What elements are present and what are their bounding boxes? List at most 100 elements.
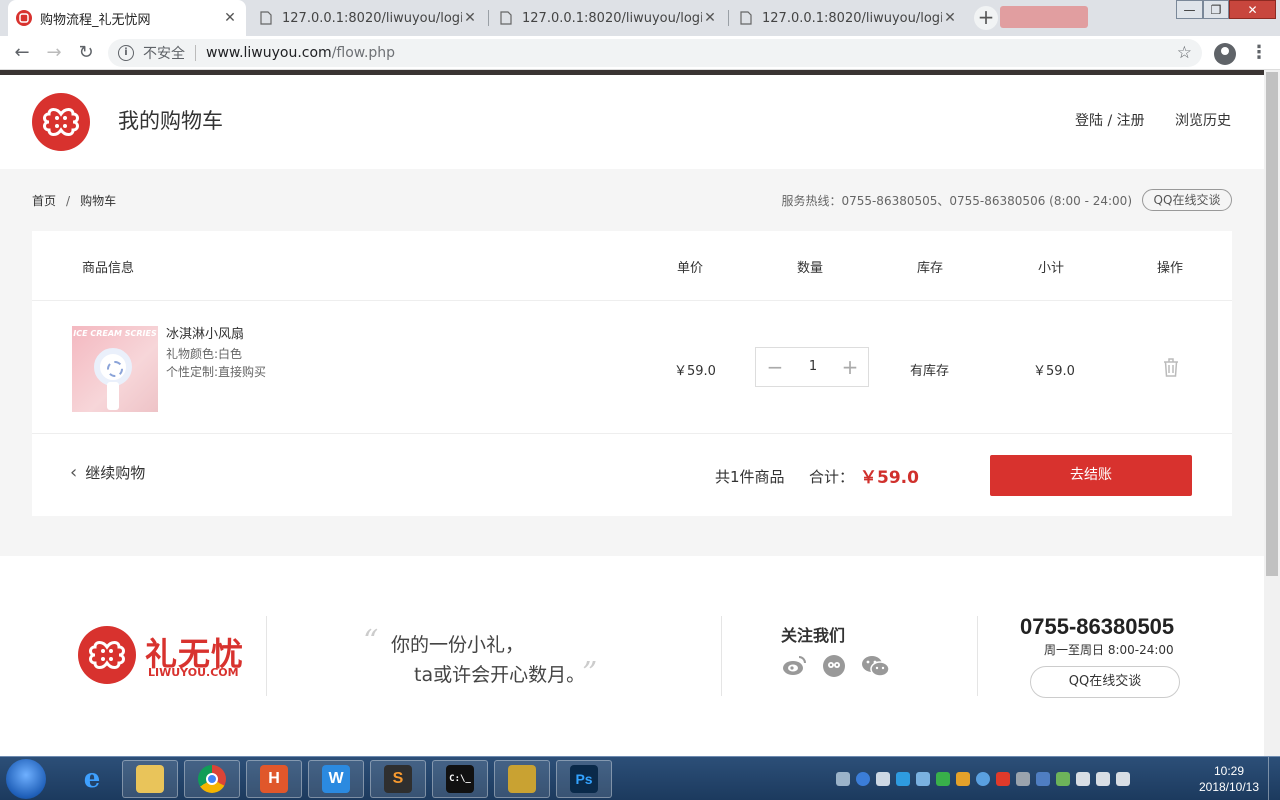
display-icon[interactable] [916, 772, 930, 786]
device-icon[interactable] [1076, 772, 1090, 786]
fan-handle-graphic [107, 382, 119, 410]
decrease-quantity-button[interactable]: − [756, 348, 794, 386]
close-window-button[interactable]: ✕ [1229, 0, 1276, 19]
weibo-icon[interactable] [782, 654, 806, 676]
product-image-text: ICE CREAM SCRIES [73, 329, 157, 338]
quantity-stepper: − 1 + [755, 347, 869, 387]
cmd-taskbar-icon[interactable]: C:\_ [432, 760, 488, 798]
photoshop-taskbar-icon[interactable]: Ps [556, 760, 612, 798]
footer-hours: 周一至周日 8:00-24:00 [1044, 643, 1174, 657]
ie-taskbar-icon[interactable]: e [64, 760, 120, 798]
bluetooth-icon[interactable] [1036, 772, 1050, 786]
tab-close-icon[interactable]: ✕ [702, 10, 718, 26]
continue-shopping-link[interactable]: ‹ 继续购物 [70, 462, 145, 483]
wps-icon: W [322, 765, 350, 793]
explorer-taskbar-icon[interactable] [122, 760, 178, 798]
wechat-icon[interactable] [861, 654, 891, 677]
antivirus-icon[interactable] [996, 772, 1010, 786]
omnibox[interactable]: i 不安全 www.liwuyou.com /flow.php ☆ [108, 39, 1202, 67]
show-desktop-button[interactable] [1268, 757, 1280, 800]
back-icon[interactable]: ← [10, 41, 34, 65]
ime-icon[interactable] [876, 772, 890, 786]
tab-4[interactable]: 127.0.0.1:8020/liwuyou/loginC ✕ [730, 0, 966, 36]
tab-2[interactable]: 127.0.0.1:8020/liwuyou/loginC ✕ [250, 0, 486, 36]
qzone-icon[interactable] [822, 654, 846, 677]
increase-quantity-button[interactable]: + [832, 348, 868, 386]
checkout-button[interactable]: 去结账 [990, 455, 1192, 496]
qq-chat-button[interactable]: QQ在线交谈 [1142, 189, 1232, 211]
url-path: /flow.php [331, 45, 396, 61]
cmd-icon: C:\_ [446, 765, 474, 793]
forward-icon[interactable]: → [42, 41, 66, 65]
follow-us-title: 关注我们 [781, 626, 846, 645]
footer-divider [266, 616, 267, 696]
help-icon[interactable] [856, 772, 870, 786]
tab-title: 购物流程_礼无忧网 [40, 12, 151, 28]
tab-close-icon[interactable]: ✕ [222, 10, 238, 26]
browser-menu-icon[interactable]: ⋮ [1250, 41, 1268, 65]
trash-icon[interactable] [1162, 357, 1180, 377]
tab-3[interactable]: 127.0.0.1:8020/liwuyou/loginC ✕ [490, 0, 726, 36]
browse-history-link[interactable]: 浏览历史 [1175, 110, 1231, 130]
browser-tab-bar: 购物流程_礼无忧网 ✕ 127.0.0.1:8020/liwuyou/login… [0, 0, 1280, 36]
page-scrollbar[interactable] [1264, 70, 1280, 756]
wps-taskbar-icon[interactable]: W [308, 760, 364, 798]
diamond-icon[interactable] [1016, 772, 1030, 786]
item-count: 共1件商品 [715, 468, 785, 486]
footer-divider [977, 616, 978, 696]
reload-icon[interactable]: ↻ [74, 41, 98, 65]
account-icon[interactable] [1214, 43, 1236, 65]
tab-close-icon[interactable]: ✕ [462, 10, 478, 26]
col-unit-price: 单价 [677, 261, 704, 276]
hbuilder-taskbar-icon[interactable]: H [246, 760, 302, 798]
system-tray [836, 767, 1196, 791]
network-icon[interactable] [1096, 772, 1110, 786]
login-register-link[interactable]: 登陆 / 注册 [1075, 110, 1145, 130]
service-hotline: 服务热线：0755-86380505、0755-86380506 (8:00 -… [781, 194, 1132, 208]
total-amount: ￥59.0 [860, 468, 919, 488]
footer-divider [721, 616, 722, 696]
tab-active[interactable]: 购物流程_礼无忧网 ✕ [8, 0, 246, 36]
taskbar-clock[interactable]: 10:29 2018/10/13 [1196, 763, 1262, 795]
tab-title: 127.0.0.1:8020/liwuyou/loginC [522, 10, 702, 26]
cloud-icon[interactable] [976, 772, 990, 786]
player-icon[interactable] [936, 772, 950, 786]
minimize-button[interactable]: — [1176, 0, 1203, 19]
footer-qq-chat-button[interactable]: QQ在线交谈 [1030, 666, 1180, 698]
scrollbar-thumb[interactable] [1266, 72, 1278, 576]
ie-icon: e [83, 764, 101, 794]
page-icon [258, 10, 274, 26]
breadcrumb: 首页 / 购物车 [32, 192, 116, 209]
folder-icon [136, 765, 164, 793]
quantity-input[interactable]: 1 [794, 348, 832, 386]
page-icon [498, 10, 514, 26]
clock-date: 2018/10/13 [1198, 780, 1260, 794]
maximize-button[interactable]: ❐ [1203, 0, 1229, 19]
col-product-info: 商品信息 [82, 261, 135, 276]
continue-shopping-label: 继续购物 [85, 464, 146, 482]
footer-logo-icon [78, 626, 136, 684]
windows-taskbar: e H W S C:\_ Ps 10:29 2018/10/13 [0, 756, 1280, 800]
shield-icon[interactable] [956, 772, 970, 786]
security-icon[interactable] [1056, 772, 1070, 786]
files-taskbar-icon[interactable] [494, 760, 550, 798]
product-image[interactable]: ICE CREAM SCRIES [72, 326, 158, 412]
new-tab-button[interactable]: + [974, 6, 998, 30]
chrome-taskbar-icon[interactable] [184, 760, 240, 798]
info-icon[interactable]: i [118, 45, 134, 61]
breadcrumb-home[interactable]: 首页 [32, 194, 56, 208]
tab-close-icon[interactable]: ✕ [942, 10, 958, 26]
footer-brand-en: LIWUYOU.COM [148, 666, 239, 679]
product-name[interactable]: 冰淇淋小风扇 [166, 323, 244, 342]
slogan-line-1: 你的一份小礼， [391, 634, 525, 656]
fan-graphic [94, 348, 132, 386]
bookmark-star-icon[interactable]: ☆ [1177, 43, 1192, 63]
logo-icon[interactable] [32, 93, 90, 151]
quote-open-icon: “ [363, 624, 379, 659]
keyboard-icon[interactable] [836, 772, 850, 786]
volume-icon[interactable] [1116, 772, 1130, 786]
files-icon [508, 765, 536, 793]
qq-tray-icon[interactable] [896, 772, 910, 786]
start-button-icon[interactable] [6, 759, 46, 799]
sublime-taskbar-icon[interactable]: S [370, 760, 426, 798]
